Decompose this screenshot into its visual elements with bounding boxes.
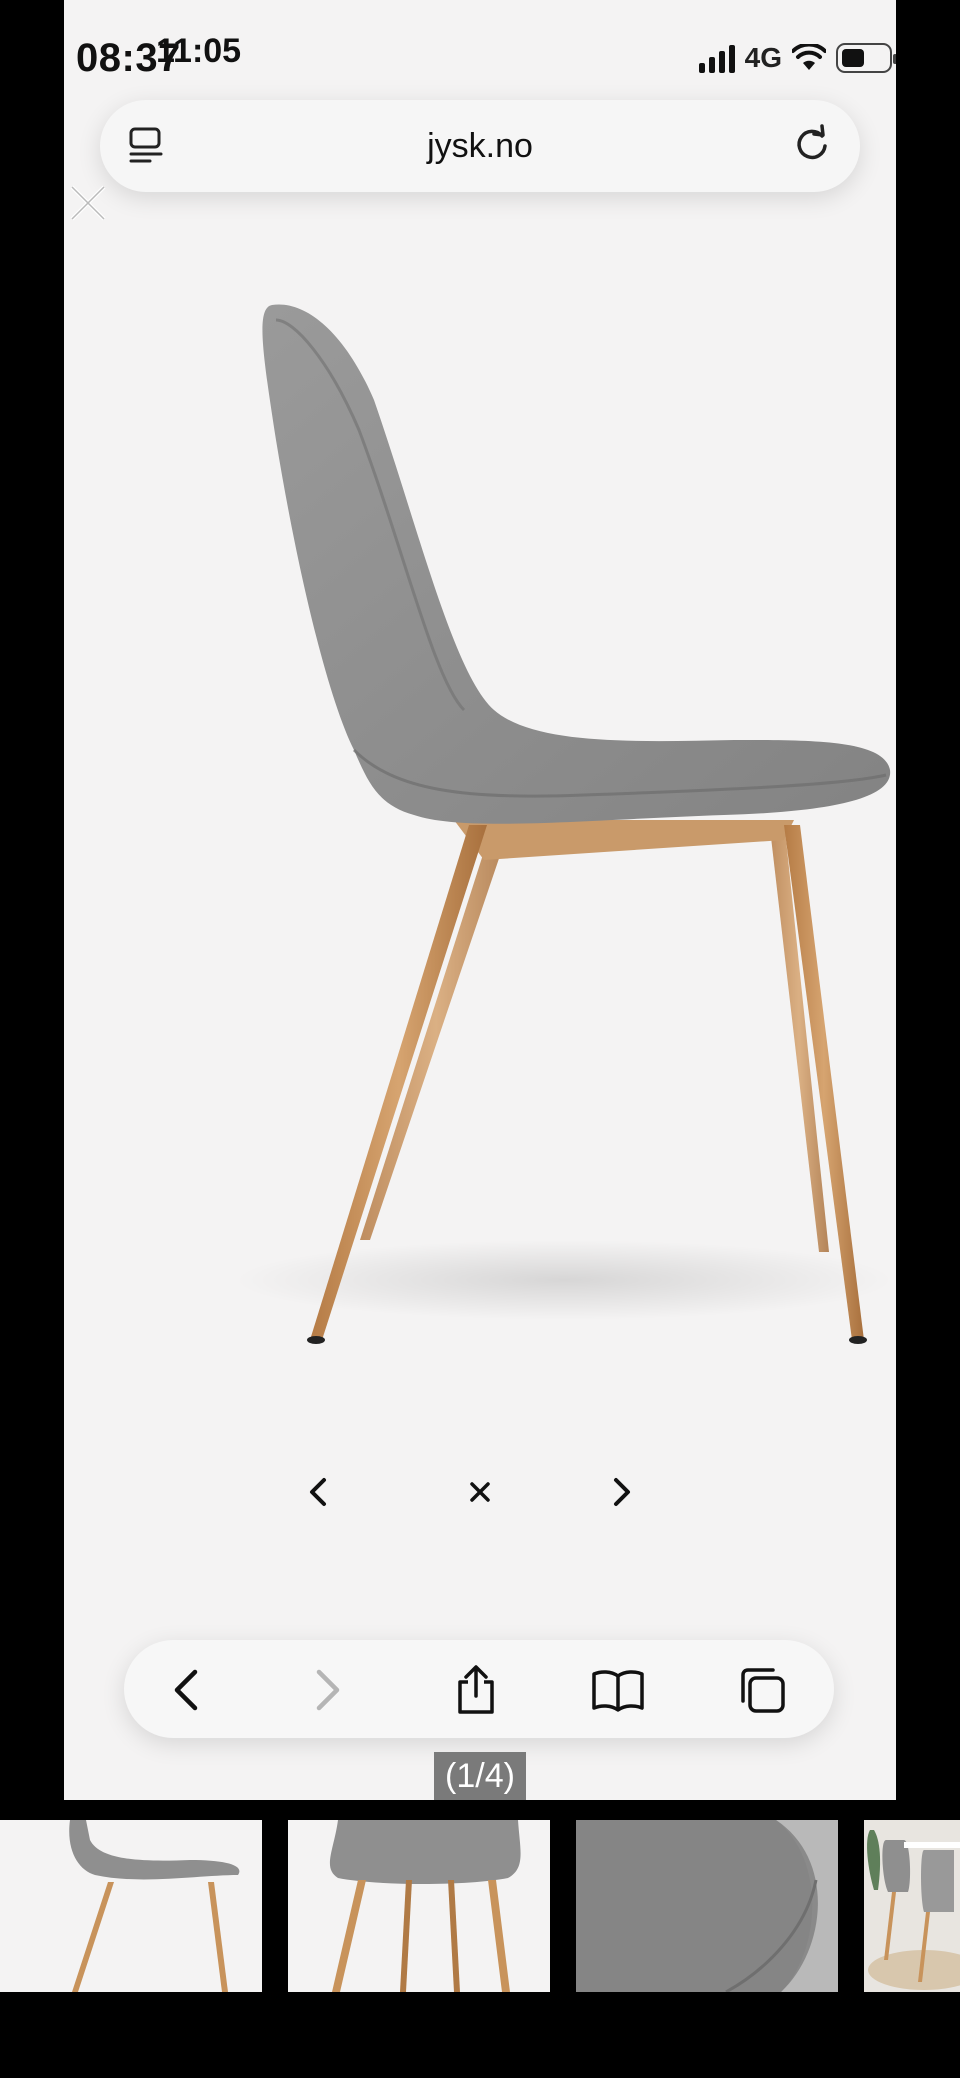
share-icon[interactable]	[448, 1662, 504, 1718]
status-overlay-time: 11:05	[156, 32, 242, 70]
wifi-icon	[792, 44, 826, 70]
bookmarks-icon[interactable]	[590, 1662, 646, 1718]
address-bar[interactable]: jysk.no	[100, 100, 860, 192]
signal-icon	[698, 43, 735, 73]
status-indicators: 4G	[698, 38, 896, 78]
browser-toolbar	[124, 1640, 834, 1738]
thumbnail-1[interactable]	[0, 1820, 262, 1992]
tabs-icon[interactable]	[734, 1662, 790, 1718]
thumbnail-4[interactable]	[864, 1820, 960, 1992]
thumbnail-2[interactable]	[288, 1820, 550, 1992]
reload-icon[interactable]	[792, 124, 832, 169]
gallery-prev-button[interactable]	[296, 1470, 340, 1514]
network-type: 4G	[744, 42, 782, 73]
close-icon[interactable]	[67, 182, 109, 224]
product-image	[234, 304, 894, 1344]
back-icon[interactable]	[158, 1662, 214, 1718]
gallery-next-button[interactable]	[600, 1470, 644, 1514]
thumbnail-3[interactable]	[576, 1820, 838, 1992]
forward-icon[interactable]	[300, 1662, 356, 1718]
url-domain[interactable]: jysk.no	[100, 127, 860, 166]
battery-icon	[836, 43, 896, 73]
image-counter: (1/4)	[434, 1752, 526, 1800]
app-screen: 08:37 11:05 4G jysk.no	[64, 0, 896, 1800]
gallery-close-button[interactable]	[458, 1470, 502, 1514]
